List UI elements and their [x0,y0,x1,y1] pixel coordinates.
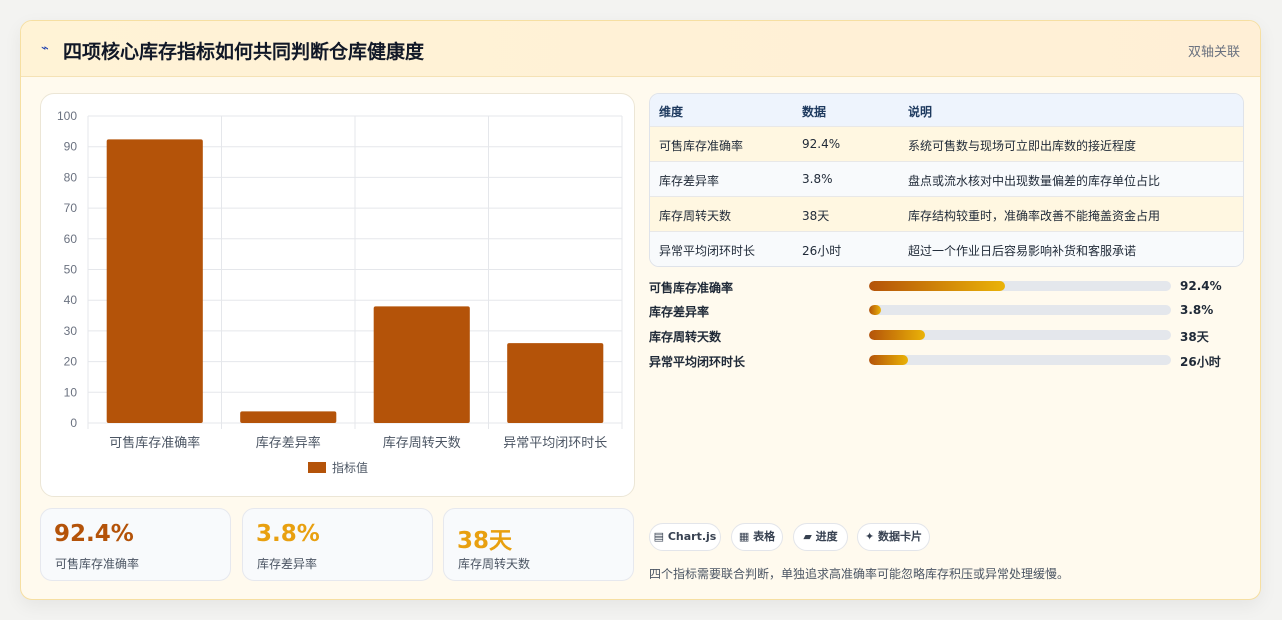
progress-track [869,305,1171,315]
table-row: 库存周转天数 38天 库存结构较重时，准确率改善不能掩盖资金占用 [650,197,1243,232]
x-tick-label: 异常平均闭环时长 [503,436,607,451]
table-row: 可售库存准确率 92.4% 系统可售数与现场可立即出库数的接近程度 [650,127,1243,162]
table-cell: 可售库存准确率 [659,139,744,153]
stat-card-turnover: 38天 库存周转天数 [443,508,634,581]
progress-label: 异常平均闭环时长 [649,355,746,369]
progress-label: 库存周转天数 [649,330,722,344]
y-tick-label: 30 [64,324,78,338]
table-cell: 异常平均闭环时长 [659,244,756,258]
table-cell: 库存差异率 [659,174,720,188]
progress-label: 可售库存准确率 [649,281,734,295]
progress-row: 库存周转天数 38天 [649,326,1244,346]
header-tag: 双轴关联 [1187,45,1240,60]
bolt-icon: ⌁ [41,41,49,56]
stat-value: 92.4% [54,521,134,547]
table-cell: 3.8% [802,172,833,186]
progress-row: 库存差异率 3.8% [649,301,1244,321]
stat-label: 库存周转天数 [458,557,531,571]
column-header: 数据 [802,105,827,119]
bar [373,306,470,423]
bar-chart-svg: 0 10 20 30 40 50 60 70 80 90 100 可售库存准确率 库存差异率 库存周转天数… [57,109,623,475]
x-tick-label: 库存差异率 [256,435,321,451]
stat-value: 3.8% [256,521,320,547]
stat-value: 38天 [457,528,513,554]
bar [507,343,604,423]
y-tick-label: 60 [64,232,78,246]
legend-swatch [308,462,326,473]
progress-fill [869,330,925,340]
legend-label: 指标值 [332,460,368,475]
chip-chartjs[interactable]: ▤ Chart.js [649,523,721,551]
metrics-table: 维度 数据 说明 可售库存准确率 92.4% 系统可售数与现场可立即出库数的接近… [649,93,1244,267]
chip-progress[interactable]: ▰ 进度 [793,523,848,551]
bar [240,411,337,423]
x-tick-label: 可售库存准确率 [109,435,200,451]
y-tick-label: 20 [64,355,78,369]
progress-list: 可售库存准确率 92.4% 库存差异率 3.8% 库存周转天数 38天 异常平均… [649,277,1244,377]
stat-label: 库存差异率 [257,557,318,571]
x-tick-label: 库存周转天数 [383,435,461,451]
progress-value: 3.8% [1180,303,1214,317]
progress-track [869,330,1171,340]
progress-row: 可售库存准确率 92.4% [649,277,1244,297]
bar [106,139,203,423]
y-tick-label: 90 [64,140,78,154]
page-title: 四项核心库存指标如何共同判断仓库健康度 [63,41,425,63]
progress-fill [869,281,1005,291]
progress-track [869,355,1171,365]
column-header: 维度 [659,105,684,119]
table-row: 库存差异率 3.8% 盘点或流水核对中出现数量偏差的库存单位占比 [650,162,1243,197]
column-header: 说明 [908,105,933,119]
progress-fill [869,305,882,315]
table-cell: 库存结构较重时，准确率改善不能掩盖资金占用 [908,209,1161,223]
y-tick-label: 10 [64,385,78,399]
table-cell: 92.4% [802,137,841,151]
stat-card-accuracy: 92.4% 可售库存准确率 [40,508,231,581]
dashboard-card: ⌁ 四项核心库存指标如何共同判断仓库健康度 双轴关联 0 10 20 30 40 50 60… [20,20,1261,600]
table-cell: 盘点或流水核对中出现数量偏差的库存单位占比 [908,174,1161,188]
progress-row: 异常平均闭环时长 26小时 [649,351,1244,371]
chip-data-card[interactable]: ✦ 数据卡片 [857,523,930,551]
y-tick-label: 0 [70,416,77,430]
table-header: 维度 数据 说明 [650,94,1243,127]
progress-fill [869,355,909,365]
bar-chart: 0 10 20 30 40 50 60 70 80 90 100 可售库存准确率 库存差异率 库存周转天数… [40,93,635,497]
header: ⌁ 四项核心库存指标如何共同判断仓库健康度 双轴关联 [21,21,1260,77]
y-tick-label: 50 [64,263,78,277]
progress-track [869,281,1171,291]
progress-label: 库存差异率 [649,305,710,319]
table-cell: 38天 [802,209,830,223]
y-tick-label: 100 [57,109,77,123]
y-tick-label: 40 [64,293,78,307]
table-cell: 超过一个作业日后容易影响补货和客服承诺 [908,244,1137,258]
footnote: 四个指标需要联合判断，单独追求高准确率可能忽略库存积压或异常处理缓慢。 [649,567,1070,581]
stat-label: 可售库存准确率 [55,557,140,571]
table-cell: 26小时 [802,244,842,258]
progress-value: 26小时 [1180,355,1221,369]
progress-value: 38天 [1180,330,1209,344]
table-cell: 系统可售数与现场可立即出库数的接近程度 [908,139,1137,153]
y-tick-label: 80 [64,170,78,184]
table-row: 异常平均闭环时长 26小时 超过一个作业日后容易影响补货和客服承诺 [650,232,1243,266]
y-tick-label: 70 [64,201,78,215]
stat-card-variance: 3.8% 库存差异率 [242,508,433,581]
progress-value: 92.4% [1180,279,1222,293]
chip-table[interactable]: ▦ 表格 [731,523,783,551]
table-cell: 库存周转天数 [659,209,732,223]
